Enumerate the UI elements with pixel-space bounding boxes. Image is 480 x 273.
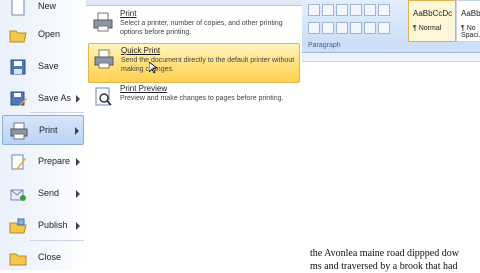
submenu-item-quick-print[interactable]: Quick Print Send the document directly t… — [88, 43, 300, 83]
ribbon-button[interactable] — [364, 4, 376, 16]
style-sample: AaBbCcDc — [461, 9, 480, 18]
menu-item-send[interactable]: Send — [2, 179, 84, 209]
menu-item-label: Print — [39, 125, 58, 135]
submenu-item-title: Print — [120, 9, 137, 18]
ribbon-button[interactable] — [378, 4, 390, 16]
submenu-item-print[interactable]: Print Select a printer, number of copies… — [88, 7, 300, 47]
style-normal[interactable]: AaBbCcDc ¶ Normal — [408, 0, 456, 42]
menu-item-label: Publish — [38, 220, 68, 230]
chevron-right-icon — [75, 127, 79, 135]
ribbon-button[interactable] — [322, 22, 334, 34]
print-submenu: Print Select a printer, number of copies… — [86, 0, 303, 270]
menu-item-save-as[interactable]: Save As — [2, 84, 84, 114]
menu-item-publish[interactable]: Publish — [2, 211, 84, 241]
ribbon-button[interactable] — [308, 22, 320, 34]
menu-item-label: Prepare — [38, 156, 71, 166]
submenu-item-print-preview[interactable]: Print Preview Preview and make changes t… — [88, 82, 300, 122]
ribbon-button[interactable] — [378, 22, 390, 34]
ribbon-group-label: Paragraph — [302, 42, 480, 53]
printer-icon — [10, 122, 28, 140]
folder-open-icon — [9, 30, 27, 43]
document-page[interactable]: the Avonlea maine road dippped dow ms an… — [302, 62, 480, 272]
ribbon-button[interactable] — [308, 4, 320, 16]
document-text-line: ms and traversed by a brook that had — [310, 261, 458, 272]
chevron-right-icon — [76, 222, 80, 230]
menu-item-label: Close — [38, 252, 62, 262]
menu-item-label: Open — [38, 29, 61, 39]
submenu-item-description: Preview and make changes to pages before… — [120, 95, 284, 102]
ribbon-button[interactable] — [336, 4, 348, 16]
ribbon: AaBbCcDc ¶ Normal AaBbCcDc ¶ No Spaci... — [302, 0, 480, 43]
style-name: ¶ No Spaci... — [461, 25, 480, 39]
style-no-spacing[interactable]: AaBbCcDc ¶ No Spaci... — [456, 0, 480, 42]
new-document-icon — [11, 0, 25, 16]
menu-divider — [30, 112, 84, 113]
group-label-text: Paragraph — [308, 42, 341, 49]
menu-divider — [30, 240, 84, 241]
ruler — [302, 53, 480, 62]
publish-icon — [9, 218, 27, 234]
style-sample: AaBbCcDc — [413, 9, 453, 18]
mouse-cursor-icon — [149, 62, 157, 74]
print-preview-icon — [95, 87, 112, 106]
ribbon-button[interactable] — [322, 4, 334, 16]
chevron-right-icon — [76, 158, 80, 166]
menu-item-close[interactable]: Close — [2, 243, 84, 273]
menu-item-new[interactable]: New — [2, 0, 84, 22]
close-folder-icon — [9, 253, 27, 266]
ribbon-button[interactable] — [336, 22, 348, 34]
ribbon-button[interactable] — [364, 22, 376, 34]
submenu-item-title: Print Preview — [120, 84, 168, 93]
menu-item-open[interactable]: Open — [2, 20, 84, 50]
chevron-right-icon — [76, 95, 80, 103]
quick-print-icon — [94, 49, 114, 69]
menu-item-print[interactable]: Print — [2, 115, 84, 145]
document-text-line: the Avonlea maine road dippped dow — [310, 248, 459, 259]
submenu-item-title: Quick Print — [121, 46, 161, 55]
submenu-item-description: Send the document directly to the defaul… — [121, 57, 295, 73]
submenu-item-description: Select a printer, number of copies, and … — [120, 20, 283, 36]
printer-icon — [93, 12, 113, 32]
prepare-icon — [11, 154, 26, 170]
menu-item-label: New — [38, 1, 57, 11]
menu-item-label: Send — [38, 188, 60, 198]
ribbon-button[interactable] — [350, 4, 362, 16]
save-as-icon — [10, 91, 27, 106]
send-icon — [10, 189, 26, 201]
style-name: ¶ Normal — [413, 25, 442, 32]
menu-item-label: Save As — [38, 93, 72, 103]
floppy-disk-icon — [10, 59, 26, 75]
ribbon-button[interactable] — [350, 22, 362, 34]
chevron-right-icon — [76, 190, 80, 198]
submenu-header — [86, 0, 302, 6]
menu-item-prepare[interactable]: Prepare — [2, 147, 84, 177]
menu-item-label: Save — [38, 61, 59, 71]
menu-item-save[interactable]: Save — [2, 52, 84, 82]
office-menu: New Open Save Save As Print Prepare Send… — [0, 0, 87, 270]
